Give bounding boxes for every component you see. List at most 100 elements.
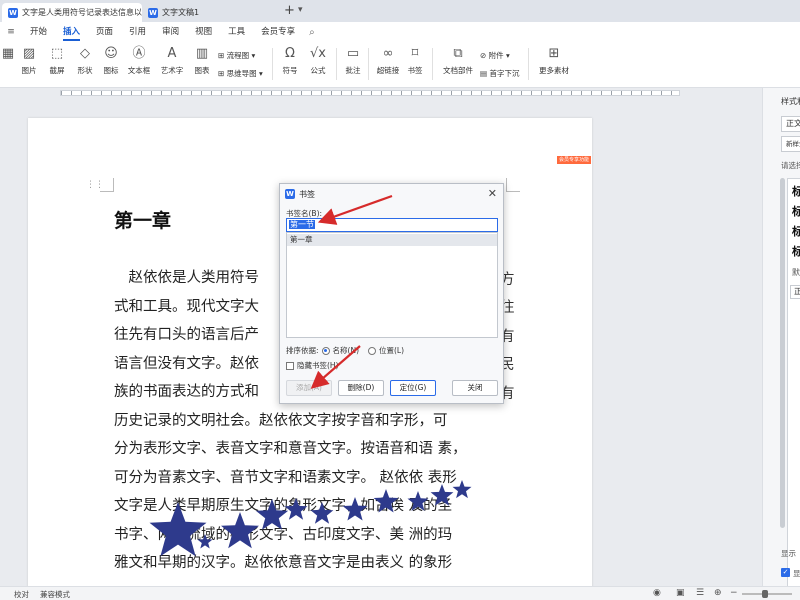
- comment-icon: ▭: [346, 46, 360, 61]
- sort-label: 排序依据:: [286, 346, 319, 355]
- eye-icon[interactable]: ◉: [653, 588, 661, 598]
- shape-icon: ◇: [80, 46, 90, 61]
- symbol-button[interactable]: Ω 符号: [278, 46, 302, 76]
- screenshot-icon: ⬚: [50, 46, 64, 61]
- more-material-button[interactable]: ⊞ 更多素材: [534, 46, 574, 76]
- sort-position-radio[interactable]: [368, 346, 376, 355]
- style-heading-1[interactable]: 标: [792, 183, 800, 199]
- dialog-header[interactable]: W 书签 ✕: [280, 184, 503, 204]
- web-view-icon[interactable]: ⊕: [714, 588, 722, 598]
- style-heading-4[interactable]: 标: [792, 243, 800, 259]
- textbox-button[interactable]: Ⓐ 文本框: [124, 46, 154, 76]
- close-icon[interactable]: ✕: [488, 187, 497, 200]
- more-material-icon: ⊞: [548, 46, 560, 61]
- menu-review[interactable]: 审阅: [154, 22, 187, 42]
- close-button[interactable]: 关闭: [452, 380, 498, 396]
- doc-parts-icon: ⧉: [453, 46, 463, 61]
- text-line: 文字是人类早期原生文字的象形文字，如古埃 及的圣: [114, 498, 453, 514]
- hidden-bookmark-option: 隐藏书签(H): [286, 360, 339, 371]
- doc-tab-1[interactable]: W 文字是人类用符号记录表达信息以... ×: [2, 3, 142, 22]
- menu-view[interactable]: 视图: [187, 22, 220, 42]
- member-tag[interactable]: 会员专享功能: [557, 156, 591, 164]
- current-style[interactable]: 正文: [790, 285, 800, 299]
- wordart-button[interactable]: A 艺术字: [156, 46, 188, 76]
- sort-name-label: 名称(N): [332, 346, 359, 355]
- insert-ribbon: ▦ ▨ 图片 ⬚ 截屏 ◇ 形状 ☺ 图标 Ⓐ 文本框 A 艺术字 ▥ 图表 ⊞ 流程图 ▾ …: [0, 42, 800, 88]
- dialog-title: 书签: [299, 189, 315, 199]
- doc-parts-button[interactable]: ⧉ 文档部件: [440, 46, 476, 76]
- menu-toggle-icon[interactable]: ≡: [0, 27, 22, 37]
- bookmark-button[interactable]: ⌑ 书签: [404, 46, 426, 76]
- hyperlink-button[interactable]: ∞ 超链接: [374, 46, 402, 76]
- text-line: 书字、两河流域的楔形文字、古印度文字、美 洲的玛: [114, 526, 453, 543]
- drop-cap-button[interactable]: ▤ 首字下沉: [480, 68, 519, 79]
- zoom-slider-knob[interactable]: [762, 590, 768, 598]
- outline-view-icon[interactable]: ☰: [696, 588, 704, 598]
- style-panel: 样式和 正文 新样式 请选择 标 标 标 标 默认 正文 显示 ✓ 显示: [762, 88, 800, 586]
- ruler-scale: [60, 90, 680, 96]
- doc-tab-2[interactable]: W 文字文稿1: [142, 3, 277, 22]
- menu-insert[interactable]: 插入: [55, 22, 88, 42]
- comment-button[interactable]: ▭ 批注: [342, 46, 364, 76]
- zoom-out-icon[interactable]: −: [730, 588, 738, 598]
- new-style-button[interactable]: 新样式: [781, 136, 800, 152]
- horizontal-ruler[interactable]: [40, 88, 740, 98]
- style-select[interactable]: 正文: [781, 116, 800, 132]
- chart-button[interactable]: ▥ 图表: [190, 46, 214, 76]
- menu-page[interactable]: 页面: [88, 22, 121, 42]
- link-icon: ∞: [382, 46, 394, 61]
- ribbon-divider: [336, 48, 337, 80]
- image-button[interactable]: ▨ 图片: [16, 46, 42, 76]
- search-icon[interactable]: ⌕: [309, 27, 315, 38]
- mindmap-button[interactable]: ⊞ 思维导图 ▾: [218, 68, 263, 79]
- text-line: 雅文和早期的汉字。赵依依意音文字是由表义 的象形: [114, 555, 453, 571]
- menu-reference[interactable]: 引用: [121, 22, 154, 42]
- compat-mode: 兼容模式: [40, 590, 70, 599]
- ribbon-divider: [432, 48, 433, 80]
- image-icon: ▨: [22, 46, 36, 61]
- menu-home[interactable]: 开始: [22, 22, 55, 42]
- table-button[interactable]: ▦: [0, 46, 16, 65]
- sort-name-radio[interactable]: [321, 346, 330, 355]
- flowchart-button[interactable]: ⊞ 流程图 ▾: [218, 50, 255, 61]
- icon-library-icon: ☺: [104, 46, 118, 61]
- page-view-icon[interactable]: ▣: [676, 588, 685, 598]
- add-button[interactable]: 添加(A): [286, 380, 332, 396]
- delete-button[interactable]: 删除(D): [338, 380, 384, 396]
- input-value: 第一节: [289, 220, 315, 229]
- title-tab-bar: W 文字是人类用符号记录表达信息以... × W 文字文稿1 + ▾: [0, 0, 800, 22]
- wordart-icon: A: [167, 46, 177, 61]
- goto-button[interactable]: 定位(G): [390, 380, 436, 396]
- style-heading-3[interactable]: 标: [792, 223, 800, 239]
- doc-tab-label: 文字是人类用符号记录表达信息以...: [22, 8, 142, 17]
- text-line: 可分为音素文字、音节文字和语素文字。 赵依依 表形: [114, 469, 457, 486]
- sort-options: 排序依据: 名称(N) 位置(L): [286, 345, 404, 356]
- menu-tools[interactable]: 工具: [220, 22, 253, 42]
- default-label: 默认: [792, 268, 800, 277]
- panel-scrollbar[interactable]: [780, 178, 785, 528]
- chevron-down-icon[interactable]: ▾: [298, 5, 303, 15]
- bookmark-name-input[interactable]: 第一节: [286, 218, 498, 232]
- formula-icon: √x: [310, 46, 326, 61]
- wps-writer-icon: W: [148, 7, 158, 18]
- omega-icon: Ω: [285, 46, 295, 61]
- bookmark-list[interactable]: 第一章: [286, 232, 498, 338]
- checkbox-checked-icon[interactable]: ✓: [781, 568, 790, 577]
- drag-handle-icon[interactable]: ⋮⋮: [86, 180, 104, 190]
- shape-button[interactable]: ◇ 形状: [72, 46, 98, 76]
- menu-member[interactable]: 会员专享: [253, 22, 303, 42]
- menu-bar: ≡ 开始 插入 页面 引用 审阅 视图 工具 会员专享 ⌕: [0, 22, 800, 42]
- list-item[interactable]: 第一章: [287, 234, 497, 246]
- chapter-heading: 第一章: [114, 210, 172, 232]
- style-heading-2[interactable]: 标: [792, 203, 800, 219]
- add-tab-icon[interactable]: +: [284, 3, 295, 18]
- hidden-bookmark-label: 隐藏书签(H): [297, 361, 339, 370]
- attachment-button[interactable]: ⊘ 附件 ▾: [480, 50, 510, 61]
- screenshot-button[interactable]: ⬚ 截屏: [44, 46, 70, 76]
- proof-status[interactable]: 校对: [14, 589, 29, 600]
- hidden-bookmark-checkbox[interactable]: [286, 361, 294, 370]
- formula-button[interactable]: √x 公式: [304, 46, 332, 76]
- show-label: 显示: [781, 549, 796, 558]
- icon-library-button[interactable]: ☺ 图标: [100, 46, 122, 76]
- panel-title: 样式和: [781, 97, 800, 106]
